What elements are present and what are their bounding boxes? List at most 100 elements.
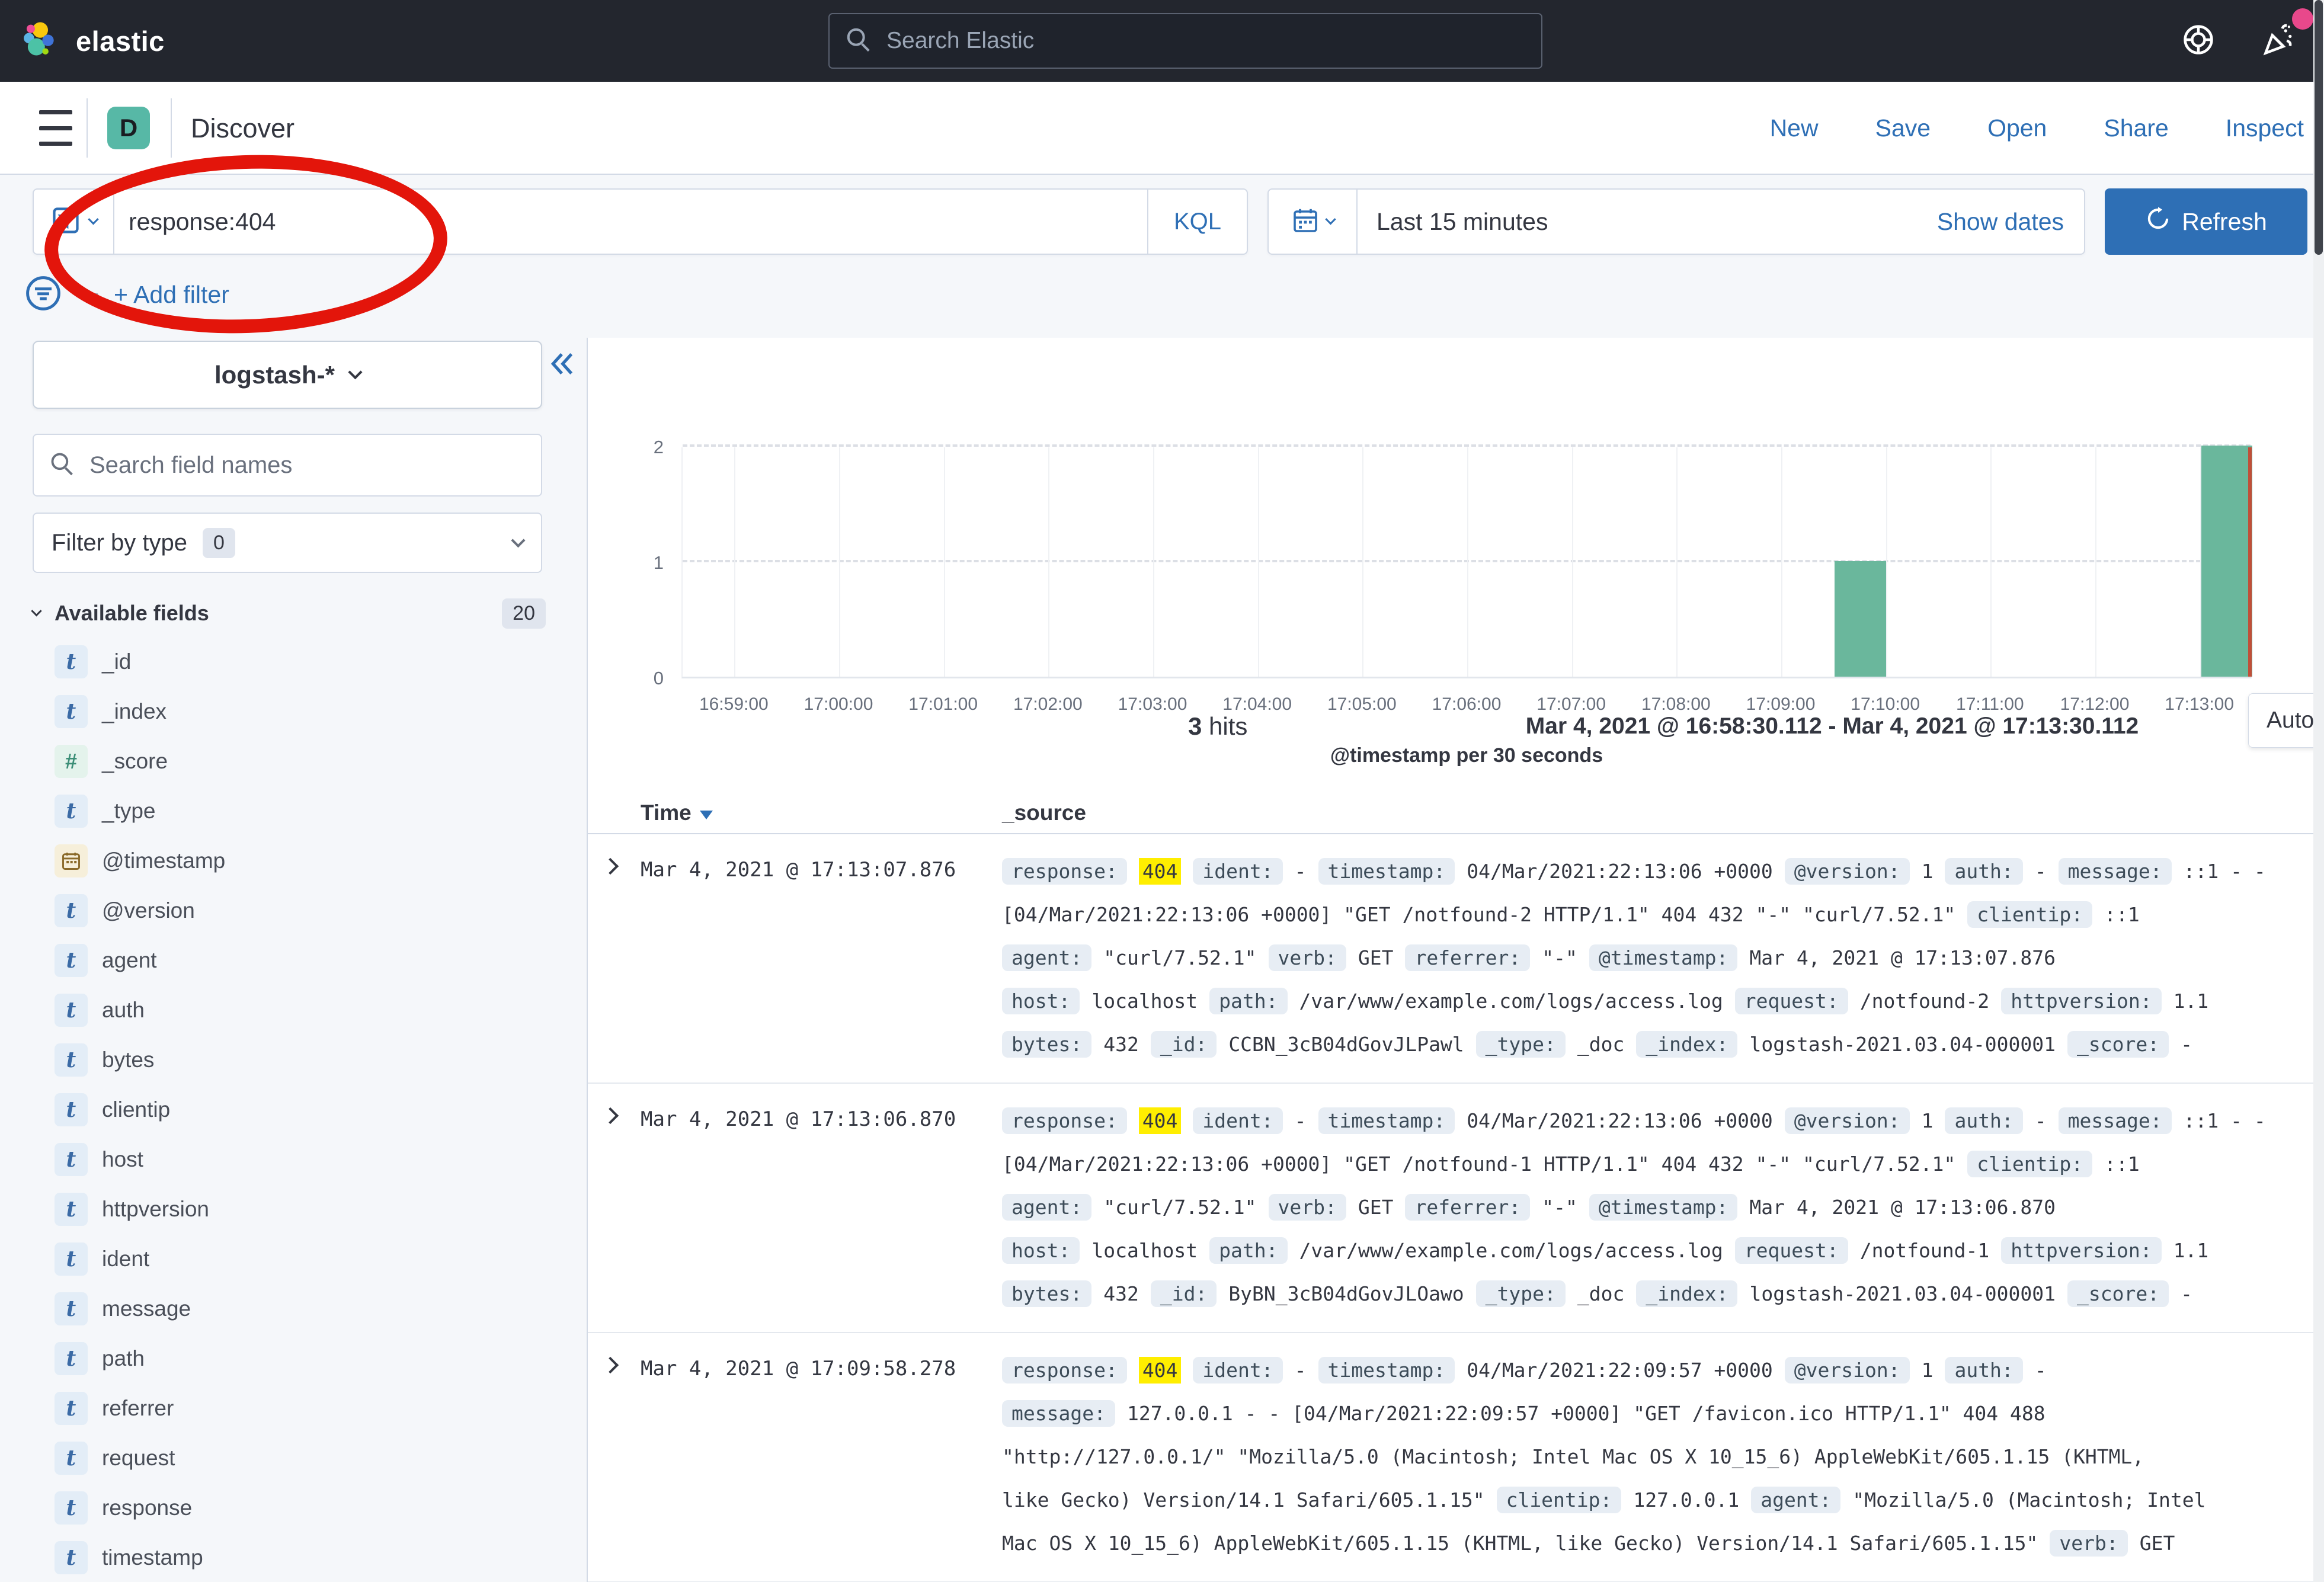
field-item-request[interactable]: trequest — [0, 1433, 582, 1483]
x-tick-label: 17:07:00 — [1536, 694, 1606, 715]
query-bar: response:404 KQL — [33, 188, 1248, 255]
x-tick-label: 17:10:00 — [1851, 694, 1920, 715]
field-name: clientip — [102, 1097, 170, 1122]
add-filter-button[interactable]: + Add filter — [114, 281, 229, 309]
column-header-time[interactable]: Time — [641, 800, 1002, 825]
doc-time: Mar 4, 2021 @ 17:09:58.278 — [641, 1349, 1002, 1565]
query-language-button[interactable]: KQL — [1147, 190, 1247, 254]
index-pattern-select[interactable]: logstash-* — [33, 341, 542, 409]
query-input[interactable]: response:404 — [114, 190, 1147, 254]
nav-divider — [87, 98, 88, 158]
highlighted-value: 404 — [1139, 1107, 1182, 1134]
help-lifebuoy-icon[interactable] — [2182, 23, 2215, 59]
sidebar: logstash-* Filter by type 0 Available fi… — [0, 338, 587, 1582]
nav-actions: New Save Open Share Inspect — [1770, 82, 2304, 175]
x-tick-label: 17:04:00 — [1222, 694, 1292, 715]
source-text: _doc — [1577, 1033, 1624, 1056]
available-fields-header[interactable]: Available fields 20 — [33, 593, 554, 634]
field-search[interactable] — [33, 434, 542, 497]
discover-app-badge[interactable]: D — [107, 107, 150, 149]
page-title: Discover — [191, 82, 294, 175]
calendar-menu[interactable] — [1269, 190, 1358, 254]
field-item-@timestamp[interactable]: @timestamp — [0, 836, 582, 886]
source-text: - — [2181, 1033, 2192, 1056]
inspect-button[interactable]: Inspect — [2226, 114, 2304, 142]
field-item-clientip[interactable]: tclientip — [0, 1085, 582, 1135]
show-dates-button[interactable]: Show dates — [1937, 208, 2064, 236]
histogram-bar-17:13:00[interactable] — [2201, 446, 2252, 677]
field-item-agent[interactable]: tagent — [0, 936, 582, 985]
new-button[interactable]: New — [1770, 114, 1819, 142]
x-tick-label: 17:08:00 — [1641, 694, 1711, 715]
field-pill: @version: — [1785, 858, 1910, 885]
histogram-chart[interactable] — [681, 447, 2252, 678]
field-item-auth[interactable]: tauth — [0, 985, 582, 1035]
current-time-marker — [2248, 447, 2252, 677]
field-item-bytes[interactable]: tbytes — [0, 1035, 582, 1085]
open-button[interactable]: Open — [1987, 114, 2047, 142]
field-pill: httpversion: — [2001, 988, 2161, 1014]
field-pill: auth: — [1945, 1107, 2022, 1134]
field-item-timestamp[interactable]: ttimestamp — [0, 1533, 582, 1582]
source-text: GET — [1358, 946, 1394, 969]
doc-source: response:404ident:-timestamp:04/Mar/2021… — [1002, 850, 2313, 1066]
elastic-logo[interactable]: elastic — [20, 19, 165, 63]
field-item-referrer[interactable]: treferrer — [0, 1384, 582, 1433]
field-pill: @timestamp: — [1589, 1194, 1738, 1221]
global-search-input[interactable] — [886, 28, 1479, 54]
available-fields-count-badge: 20 — [502, 598, 546, 629]
interval-select[interactable]: Auto — [2248, 693, 2324, 748]
source-text: - — [2181, 1282, 2192, 1305]
histogram-bar-17:09:30[interactable] — [1835, 561, 1886, 677]
field-item-host[interactable]: thost — [0, 1135, 582, 1184]
field-pill: ident: — [1193, 1357, 1282, 1384]
chevron-down-icon — [31, 606, 41, 616]
source-text: - — [1295, 860, 1307, 883]
table-row: Mar 4, 2021 @ 17:09:58.278response:404id… — [588, 1333, 2313, 1582]
field-item-message[interactable]: tmessage — [0, 1284, 582, 1334]
field-pill: _index: — [1636, 1031, 1737, 1058]
source-text: CCBN_3cB04dGovJLPawl — [1228, 1033, 1464, 1056]
news-party-popper-icon[interactable] — [2261, 22, 2297, 60]
column-header-source[interactable]: _source — [1002, 800, 2313, 825]
expand-row-button[interactable] — [588, 850, 641, 1066]
filter-icon[interactable] — [24, 274, 63, 316]
field-pill: httpversion: — [2001, 1237, 2161, 1264]
field-item-ident[interactable]: tident — [0, 1234, 582, 1284]
field-item-response[interactable]: tresponse — [0, 1483, 582, 1533]
field-item-_id[interactable]: t_id — [0, 637, 582, 687]
save-button[interactable]: Save — [1875, 114, 1931, 142]
field-pill: timestamp: — [1318, 1357, 1455, 1384]
field-item-@version[interactable]: t@version — [0, 886, 582, 936]
filter-by-type-select[interactable]: Filter by type 0 — [33, 513, 542, 573]
nav-bar: D Discover New Save Open Share Inspect — [0, 82, 2324, 175]
field-item-httpversion[interactable]: thttpversion — [0, 1184, 582, 1234]
field-name: _score — [102, 749, 168, 774]
doc-rows: Mar 4, 2021 @ 17:13:07.876response:404id… — [588, 834, 2313, 1582]
share-button[interactable]: Share — [2104, 114, 2168, 142]
global-search[interactable] — [828, 13, 1542, 69]
field-item-_type[interactable]: t_type — [0, 786, 582, 836]
calendar-icon — [1291, 206, 1320, 238]
source-text: GET — [1358, 1196, 1394, 1219]
time-range-value[interactable]: Last 15 minutes — [1377, 208, 1548, 236]
source-text: 127.0.0.1 - - [04/Mar/2021:22:09:57 +000… — [1127, 1402, 2045, 1425]
refresh-button[interactable]: Refresh — [2105, 188, 2307, 255]
field-item-path[interactable]: tpath — [0, 1334, 582, 1384]
field-name: ident — [102, 1247, 149, 1272]
scrollbar-thumb[interactable] — [2315, 0, 2323, 255]
menu-hamburger-icon[interactable] — [39, 110, 72, 146]
field-item-_index[interactable]: t_index — [0, 687, 582, 736]
x-tick-label: 17:05:00 — [1327, 694, 1397, 715]
field-item-_score[interactable]: #_score — [0, 736, 582, 786]
expand-row-button[interactable] — [588, 1349, 641, 1565]
source-text: - — [2035, 860, 2047, 883]
expand-row-button[interactable] — [588, 1099, 641, 1315]
collapse-sidebar-icon[interactable] — [546, 348, 577, 382]
source-text: - — [2035, 1359, 2047, 1382]
date-picker: Last 15 minutes Show dates — [1267, 188, 2085, 255]
saved-query-menu[interactable] — [34, 190, 114, 254]
field-pill: @version: — [1785, 1107, 1910, 1134]
field-search-input[interactable] — [89, 452, 504, 479]
vertical-scrollbar[interactable] — [2313, 0, 2324, 1582]
